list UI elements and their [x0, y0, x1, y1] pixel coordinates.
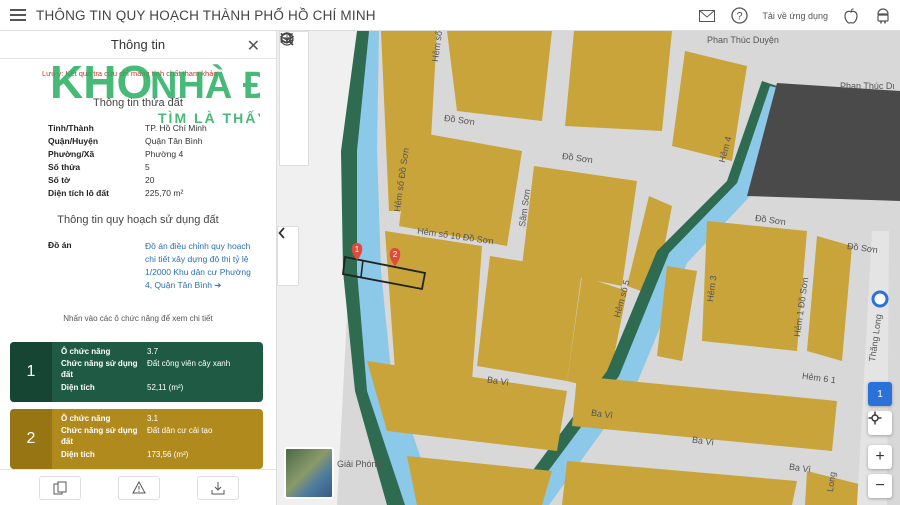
card-number: 2 [10, 409, 52, 469]
info-value: Phường 4 [145, 148, 184, 159]
card-value: 52,11 (m²) [147, 383, 184, 392]
info-value: TP. Hồ Chí Minh [145, 122, 207, 133]
card-value: 173,56 (m²) [147, 450, 189, 459]
function-card-1[interactable]: 1 Ô chức năng 3.7 Chức năng sử dụng đất Đấ… [10, 342, 263, 402]
street-label: Phan Thúc Duyện [707, 35, 779, 45]
parcel-info-table: Tỉnh/Thành TP. Hồ Chí Minh Quận/Huyện Quận… [48, 121, 276, 199]
project-label: Đồ án [48, 240, 72, 250]
warning-icon[interactable] [117, 475, 160, 500]
menu-icon[interactable] [0, 0, 36, 31]
card-label: Chức năng sử dụng đất [61, 359, 138, 379]
function-card-2[interactable]: 2 Ô chức năng 3.1 Chức năng sử dụng đất Đấ… [10, 409, 263, 469]
map-toolbar [279, 31, 309, 166]
card-body: Ô chức năng 3.1 Chức năng sử dụng đất Đất … [52, 409, 263, 469]
card-row: Diện tích 173,56 (m²) [61, 449, 263, 461]
planning-map[interactable]: 1 2 Phan Thúc Duyện Phan Thúc Dı Hẻm số … [277, 31, 900, 505]
map-canvas[interactable]: 1 2 [277, 31, 900, 505]
info-row: Diện tích lô đất 225,70 m² [48, 186, 276, 199]
card-label: Diện tích [61, 383, 95, 392]
project-row: Đồ án Đồ án điều chỉnh quy hoạch chi tiế… [48, 240, 276, 292]
info-value: 5 [145, 161, 150, 172]
info-value: Quận Tân Bình [145, 135, 203, 146]
info-label: Quận/Huyện [48, 135, 99, 146]
card-row: Chức năng sử dụng đất Đất công viên cây x… [61, 358, 263, 382]
download-app-label[interactable]: Tải về ứng dụng [762, 11, 828, 21]
card-label: Chức năng sử dụng đất [61, 426, 138, 446]
svg-text:?: ? [736, 11, 742, 23]
zoom-out-button[interactable]: − [868, 474, 892, 498]
layer-badge[interactable]: 1 [868, 382, 892, 406]
marker-label: 1 [355, 245, 360, 254]
card-row: Chức năng sử dụng đất Đất dân cư cải tạo [61, 425, 263, 449]
street-label: Giải Phóng [337, 459, 382, 469]
info-label: Số tờ [48, 174, 71, 185]
apple-icon[interactable] [842, 7, 860, 25]
locate-icon[interactable] [868, 411, 892, 435]
card-value: 3.7 [147, 347, 159, 356]
card-label: Ô chức năng [61, 347, 111, 356]
mail-icon[interactable] [698, 7, 716, 25]
chevron-left-icon [278, 227, 285, 239]
card-label: Diện tích [61, 450, 95, 459]
top-actions: ? Tải về ứng dụng [698, 0, 892, 31]
location-dot-icon[interactable] [871, 290, 889, 308]
info-value: 20 [145, 174, 155, 185]
info-label: Phường/Xã [48, 148, 95, 159]
parcel-section-title: Thông tin thửa đất [93, 97, 183, 109]
android-icon[interactable] [874, 7, 892, 25]
info-panel: Thông tin ✕ Lưu ý: Kết quả tra cứu chỉ m… [0, 31, 277, 505]
close-icon[interactable]: ✕ [247, 36, 260, 56]
hint-text: Nhấn vào các ô chức năng để xem chi tiết [63, 314, 213, 323]
satellite-layer-toggle[interactable] [284, 447, 334, 499]
card-number: 1 [10, 342, 52, 402]
panel-footer [0, 469, 276, 505]
app-title: THÔNG TIN QUY HOẠCH THÀNH PHỐ HỒ CHÍ MIN… [36, 7, 376, 23]
card-value: Đất công viên cây xanh [147, 359, 231, 368]
card-row: Diện tích 52,11 (m²) [61, 382, 263, 394]
panel-header: Thông tin ✕ [0, 31, 276, 59]
info-row: Số thửa 5 [48, 160, 276, 173]
info-label: Diện tích lô đất [48, 187, 109, 198]
info-row: Quận/Huyện Quận Tân Bình [48, 134, 276, 147]
street-label: Phan Thúc Dı [840, 81, 895, 91]
zoom-in-button[interactable]: + [868, 445, 892, 469]
card-value: 3.1 [147, 414, 159, 423]
project-link[interactable]: Đồ án điều chỉnh quy hoạch chi tiết xây … [145, 240, 253, 292]
marker-label: 2 [393, 250, 398, 259]
card-value: Đất dân cư cải tạo [147, 426, 213, 435]
panel-title: Thông tin [110, 37, 166, 52]
disclaimer-note: Lưu ý: Kết quả tra cứu chỉ mang tính chấ… [42, 69, 218, 78]
card-label: Ô chức năng [61, 414, 111, 423]
download-icon[interactable] [196, 475, 239, 500]
card-body: Ô chức năng 3.7 Chức năng sử dụng đất Đất … [52, 342, 263, 402]
planning-section-title: Thông tin quy hoạch sử dụng đất [57, 214, 219, 226]
card-row: Ô chức năng 3.7 [61, 346, 263, 358]
card-row: Ô chức năng 3.1 [61, 413, 263, 425]
help-icon[interactable]: ? [730, 7, 748, 25]
info-value: 225,70 m² [145, 187, 184, 198]
info-row: Tỉnh/Thành TP. Hồ Chí Minh [48, 121, 276, 134]
info-row: Số tờ 20 [48, 173, 276, 186]
info-row: Phường/Xã Phường 4 [48, 147, 276, 160]
info-label: Tỉnh/Thành [48, 122, 94, 133]
collapse-panel-button[interactable] [277, 226, 299, 286]
compare-icon[interactable] [38, 475, 81, 500]
info-label: Số thửa [48, 161, 81, 172]
top-bar: THÔNG TIN QUY HOẠCH THÀNH PHỐ HỒ CHÍ MIN… [0, 0, 900, 31]
